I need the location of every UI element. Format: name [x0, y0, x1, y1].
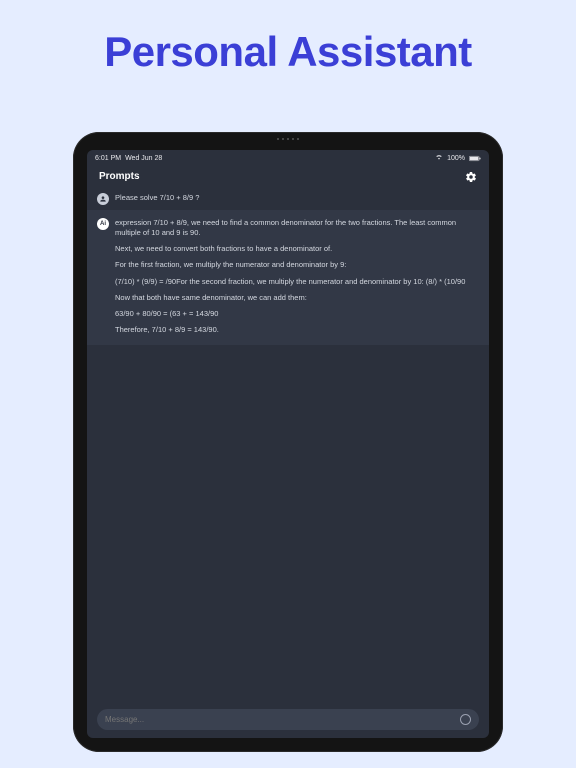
send-icon[interactable] — [460, 714, 471, 725]
status-bar: 6:01 PM Wed Jun 28 100% — [87, 150, 489, 164]
user-message-text: Please solve 7/10 + 8/9 ? — [115, 193, 479, 203]
ai-message-row: Ai expression 7/10 + 8/9, we need to fin… — [87, 210, 489, 345]
hero-title: Personal Assistant — [0, 0, 576, 76]
ai-para: (7/10) * (9/9) = /90For the second fract… — [115, 277, 479, 287]
battery-percent: 100% — [447, 155, 465, 162]
message-input[interactable] — [105, 715, 460, 724]
user-avatar-icon — [97, 193, 109, 205]
ai-para: expression 7/10 + 8/9, we need to find a… — [115, 218, 479, 238]
speaker-dots — [277, 138, 299, 140]
ai-avatar-icon: Ai — [97, 218, 109, 230]
gear-icon[interactable] — [465, 170, 477, 182]
ai-para: For the first fraction, we multiply the … — [115, 260, 479, 270]
status-date: Wed Jun 28 — [125, 155, 162, 162]
wifi-icon — [435, 153, 443, 163]
user-message-row: Please solve 7/10 + 8/9 ? — [87, 188, 489, 210]
page-title: Prompts — [99, 171, 140, 182]
ai-para: Next, we need to convert both fractions … — [115, 244, 479, 254]
status-time: 6:01 PM — [95, 155, 121, 162]
message-input-bar[interactable] — [97, 709, 479, 730]
battery-icon — [469, 155, 481, 162]
ai-message-text: expression 7/10 + 8/9, we need to find a… — [115, 218, 479, 335]
chat-area: Please solve 7/10 + 8/9 ? Ai expression … — [87, 188, 489, 703]
ai-para: 63/90 + 80/90 = (63 + = 143/90 — [115, 309, 479, 319]
screen: 6:01 PM Wed Jun 28 100% Prompts — [87, 150, 489, 738]
ai-para: Therefore, 7/10 + 8/9 = 143/90. — [115, 325, 479, 335]
ai-para: Now that both have same denominator, we … — [115, 293, 479, 303]
app-header: Prompts — [87, 164, 489, 188]
tablet-frame: 6:01 PM Wed Jun 28 100% Prompts — [73, 132, 503, 752]
